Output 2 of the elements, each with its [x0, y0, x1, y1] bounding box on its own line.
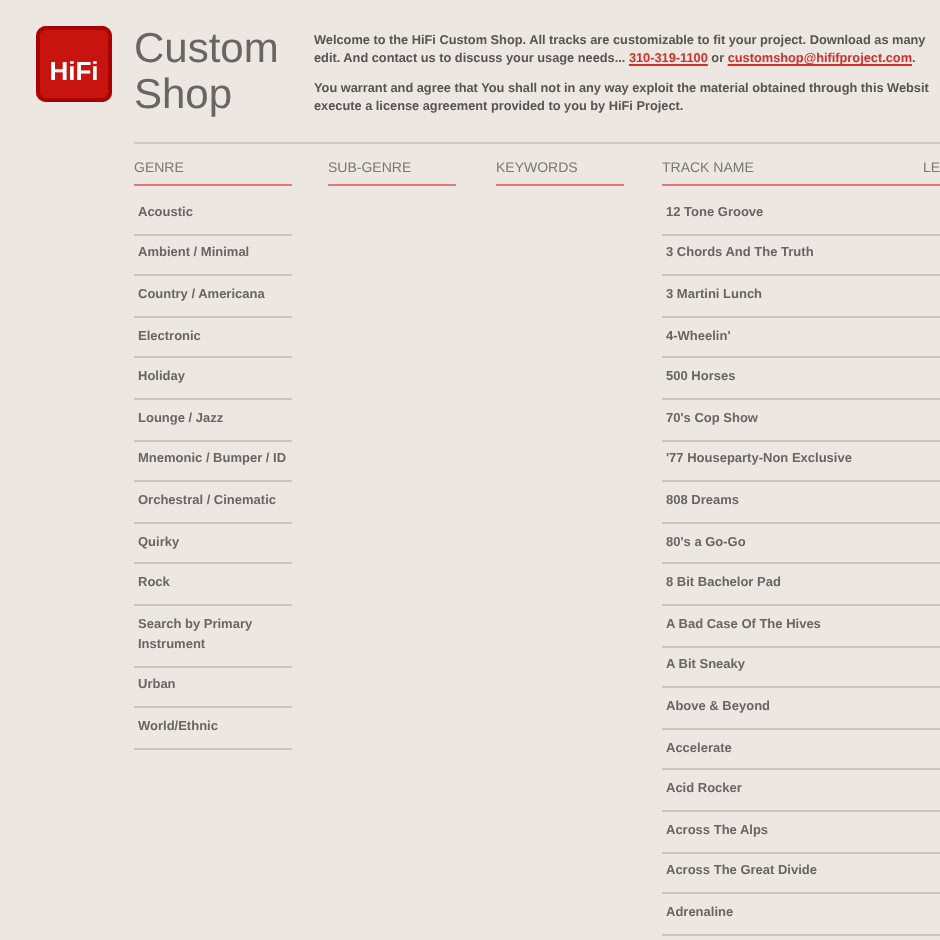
page-title: Custom Shop — [134, 26, 281, 118]
logo: HiFi — [36, 26, 112, 102]
